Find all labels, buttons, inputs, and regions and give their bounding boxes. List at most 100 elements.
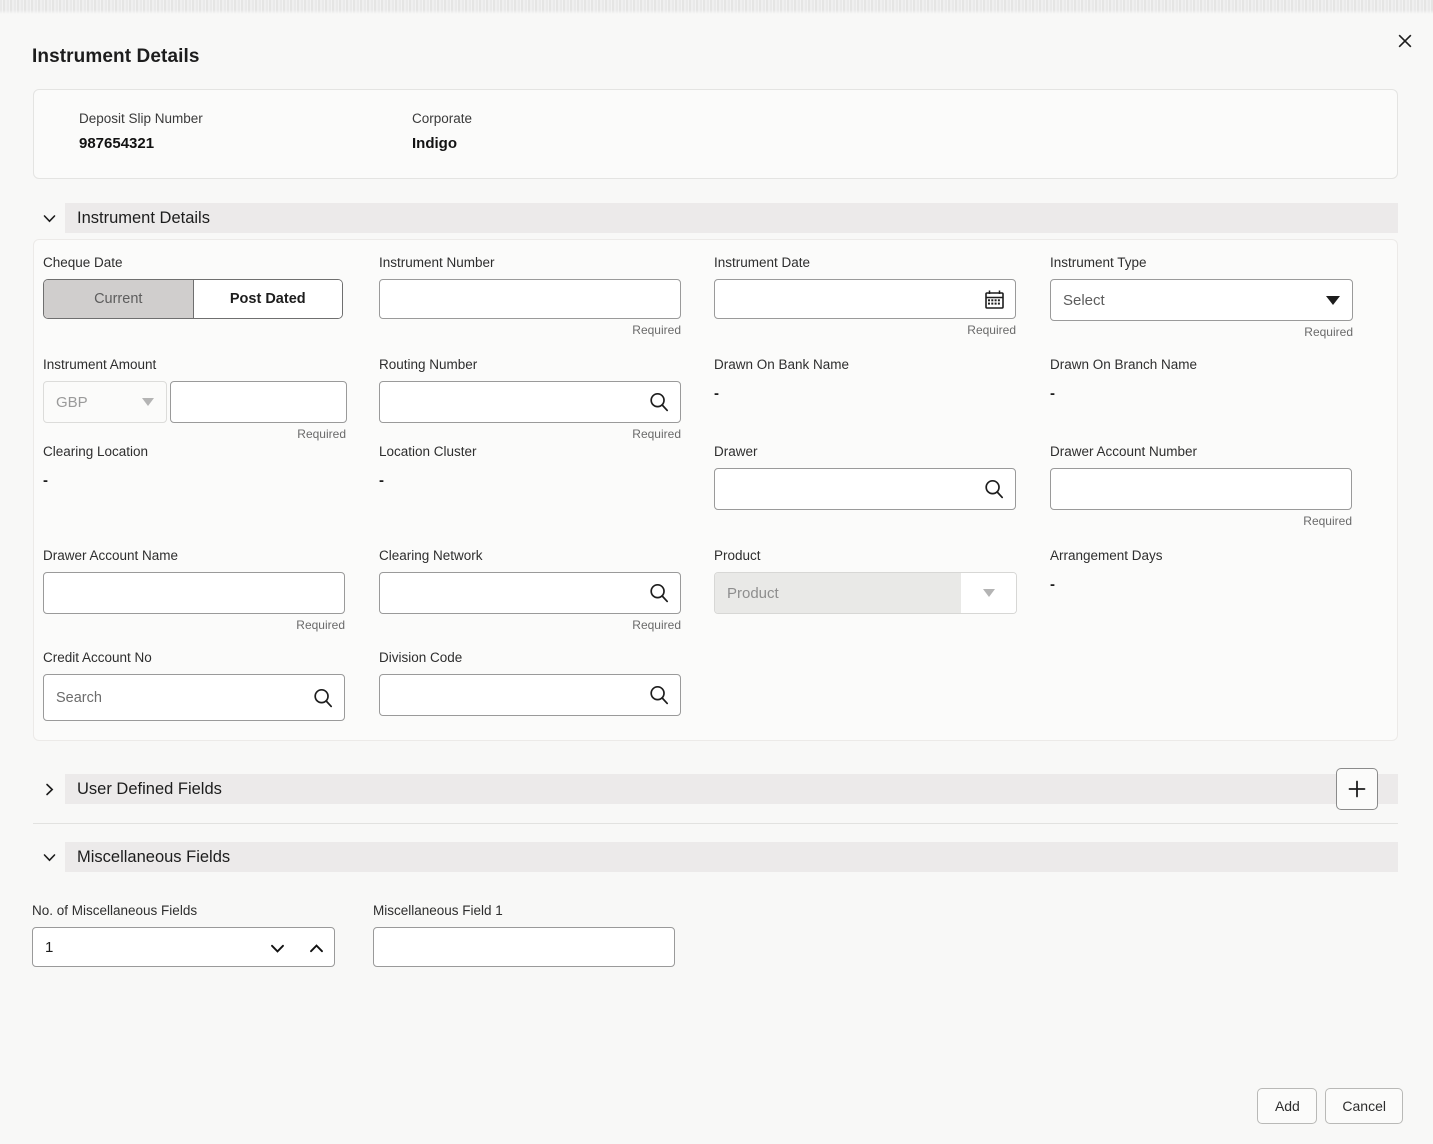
routing-number-required-text: Required — [379, 427, 681, 441]
division-code-input[interactable] — [379, 674, 681, 716]
product-dropdown-button[interactable] — [961, 573, 1016, 613]
drawer-account-name-input[interactable] — [43, 572, 345, 614]
close-button[interactable] — [1390, 26, 1420, 56]
search-icon — [648, 582, 670, 604]
section-header-instrument-details[interactable]: Instrument Details — [33, 203, 1398, 233]
add-button[interactable]: Add — [1257, 1088, 1317, 1124]
instrument-amount-label: Instrument Amount — [43, 357, 347, 372]
instrument-amount-currency-value: GBP — [56, 394, 88, 411]
credit-account-no-input[interactable] — [43, 674, 345, 721]
drawer-account-number-required-text: Required — [1050, 514, 1352, 528]
arrangement-days-value: - — [1050, 572, 1163, 592]
drawer-account-name-required-text: Required — [43, 618, 345, 632]
section-toggle-miscellaneous-fields[interactable] — [33, 842, 65, 872]
clearing-network-search-button[interactable] — [648, 572, 670, 614]
drawer-input[interactable] — [714, 468, 1016, 510]
routing-number-input[interactable] — [379, 381, 681, 423]
section-header-user-defined-fields[interactable]: User Defined Fields — [33, 774, 1398, 804]
field-drawer-account-name: Drawer Account Name Required — [43, 548, 345, 632]
division-code-label: Division Code — [379, 650, 681, 665]
chevron-up-icon — [307, 939, 326, 958]
credit-account-no-search-button[interactable] — [312, 674, 334, 721]
no-of-miscellaneous-fields-stepper[interactable]: 1 — [32, 927, 335, 967]
deposit-slip-number-label: Deposit Slip Number — [79, 111, 203, 126]
product-selected-value: Product — [715, 573, 961, 613]
no-of-miscellaneous-fields-label: No. of Miscellaneous Fields — [32, 903, 335, 918]
miscellaneous-field-1-input[interactable] — [373, 927, 675, 967]
search-icon — [648, 684, 670, 706]
drawer-account-number-label: Drawer Account Number — [1050, 444, 1352, 459]
cancel-button[interactable]: Cancel — [1325, 1088, 1403, 1124]
clearing-location-value: - — [43, 468, 148, 488]
section-band-user-defined-fields: User Defined Fields — [65, 774, 1398, 804]
drawer-label: Drawer — [714, 444, 1016, 459]
deposit-slip-number-block: Deposit Slip Number 987654321 — [79, 111, 203, 152]
miscellaneous-field-1-label: Miscellaneous Field 1 — [373, 903, 675, 918]
instrument-amount-required-text: Required — [43, 427, 346, 441]
chevron-down-icon — [142, 398, 154, 406]
field-miscellaneous-field-1: Miscellaneous Field 1 — [373, 903, 675, 967]
deposit-slip-number-value: 987654321 — [79, 135, 203, 152]
instrument-amount-input[interactable] — [170, 381, 347, 423]
drawn-on-bank-name-value: - — [714, 381, 849, 401]
corporate-block: Corporate Indigo — [412, 111, 472, 152]
instrument-date-input[interactable] — [714, 279, 1016, 319]
chevron-down-icon — [1326, 296, 1340, 305]
cheque-date-toggle-group[interactable]: Current Post Dated — [43, 279, 343, 319]
drawn-on-branch-name-label: Drawn On Branch Name — [1050, 357, 1197, 372]
location-cluster-value: - — [379, 468, 477, 488]
field-drawer-account-number: Drawer Account Number Required — [1050, 444, 1352, 528]
instrument-type-label: Instrument Type — [1050, 255, 1353, 270]
cheque-date-option-post-dated[interactable]: Post Dated — [194, 280, 343, 318]
drawn-on-bank-name-label: Drawn On Bank Name — [714, 357, 849, 372]
field-cheque-date: Cheque Date Current Post Dated — [43, 255, 343, 319]
instrument-date-label: Instrument Date — [714, 255, 1016, 270]
cheque-date-option-current[interactable]: Current — [44, 280, 194, 318]
search-icon — [648, 391, 670, 413]
add-user-defined-field-button[interactable] — [1336, 768, 1378, 810]
section-title-miscellaneous-fields: Miscellaneous Fields — [77, 848, 230, 867]
stepper-decrement-button[interactable] — [268, 939, 287, 958]
routing-number-search-button[interactable] — [648, 381, 670, 423]
section-title-instrument-details: Instrument Details — [77, 209, 210, 228]
chevron-down-icon — [41, 849, 58, 866]
field-instrument-number: Instrument Number Required — [379, 255, 681, 337]
background-page-strip — [0, 0, 1433, 14]
section-band-instrument-details: Instrument Details — [65, 203, 1398, 233]
instrument-details-fields-card: Cheque Date Current Post Dated Instrumen… — [33, 239, 1398, 741]
search-icon — [983, 478, 1005, 500]
search-icon — [312, 687, 334, 709]
location-cluster-label: Location Cluster — [379, 444, 477, 459]
drawer-search-button[interactable] — [983, 468, 1005, 510]
section-header-miscellaneous-fields[interactable]: Miscellaneous Fields — [33, 842, 1398, 872]
clearing-location-label: Clearing Location — [43, 444, 148, 459]
plus-icon — [1346, 778, 1368, 800]
section-toggle-user-defined-fields[interactable] — [33, 774, 65, 804]
drawer-account-number-input[interactable] — [1050, 468, 1352, 510]
field-drawn-on-bank-name: Drawn On Bank Name - — [714, 357, 849, 401]
section-title-user-defined-fields: User Defined Fields — [77, 780, 222, 799]
section-toggle-instrument-details[interactable] — [33, 203, 65, 233]
instrument-type-select[interactable]: Select — [1050, 279, 1353, 321]
field-instrument-amount: Instrument Amount GBP Required — [43, 357, 347, 441]
instrument-number-input[interactable] — [379, 279, 681, 319]
instrument-amount-currency-select[interactable]: GBP — [43, 381, 167, 423]
chevron-down-icon — [268, 939, 287, 958]
instrument-date-calendar-button[interactable] — [984, 279, 1005, 319]
field-arrangement-days: Arrangement Days - — [1050, 548, 1163, 592]
stepper-increment-button[interactable] — [307, 939, 326, 958]
no-of-miscellaneous-fields-value: 1 — [45, 939, 53, 956]
arrangement-days-label: Arrangement Days — [1050, 548, 1163, 563]
instrument-type-required-text: Required — [1050, 325, 1353, 339]
clearing-network-required-text: Required — [379, 618, 681, 632]
section-band-miscellaneous-fields: Miscellaneous Fields — [65, 842, 1398, 872]
product-label: Product — [714, 548, 1017, 563]
field-instrument-date: Instrument Date Required — [714, 255, 1016, 337]
clearing-network-input[interactable] — [379, 572, 681, 614]
division-code-search-button[interactable] — [648, 674, 670, 716]
corporate-value: Indigo — [412, 135, 472, 152]
field-no-of-miscellaneous-fields: No. of Miscellaneous Fields 1 — [32, 903, 335, 967]
field-instrument-type: Instrument Type Select Required — [1050, 255, 1353, 339]
field-credit-account-no: Credit Account No — [43, 650, 345, 721]
product-select[interactable]: Product — [714, 572, 1017, 614]
